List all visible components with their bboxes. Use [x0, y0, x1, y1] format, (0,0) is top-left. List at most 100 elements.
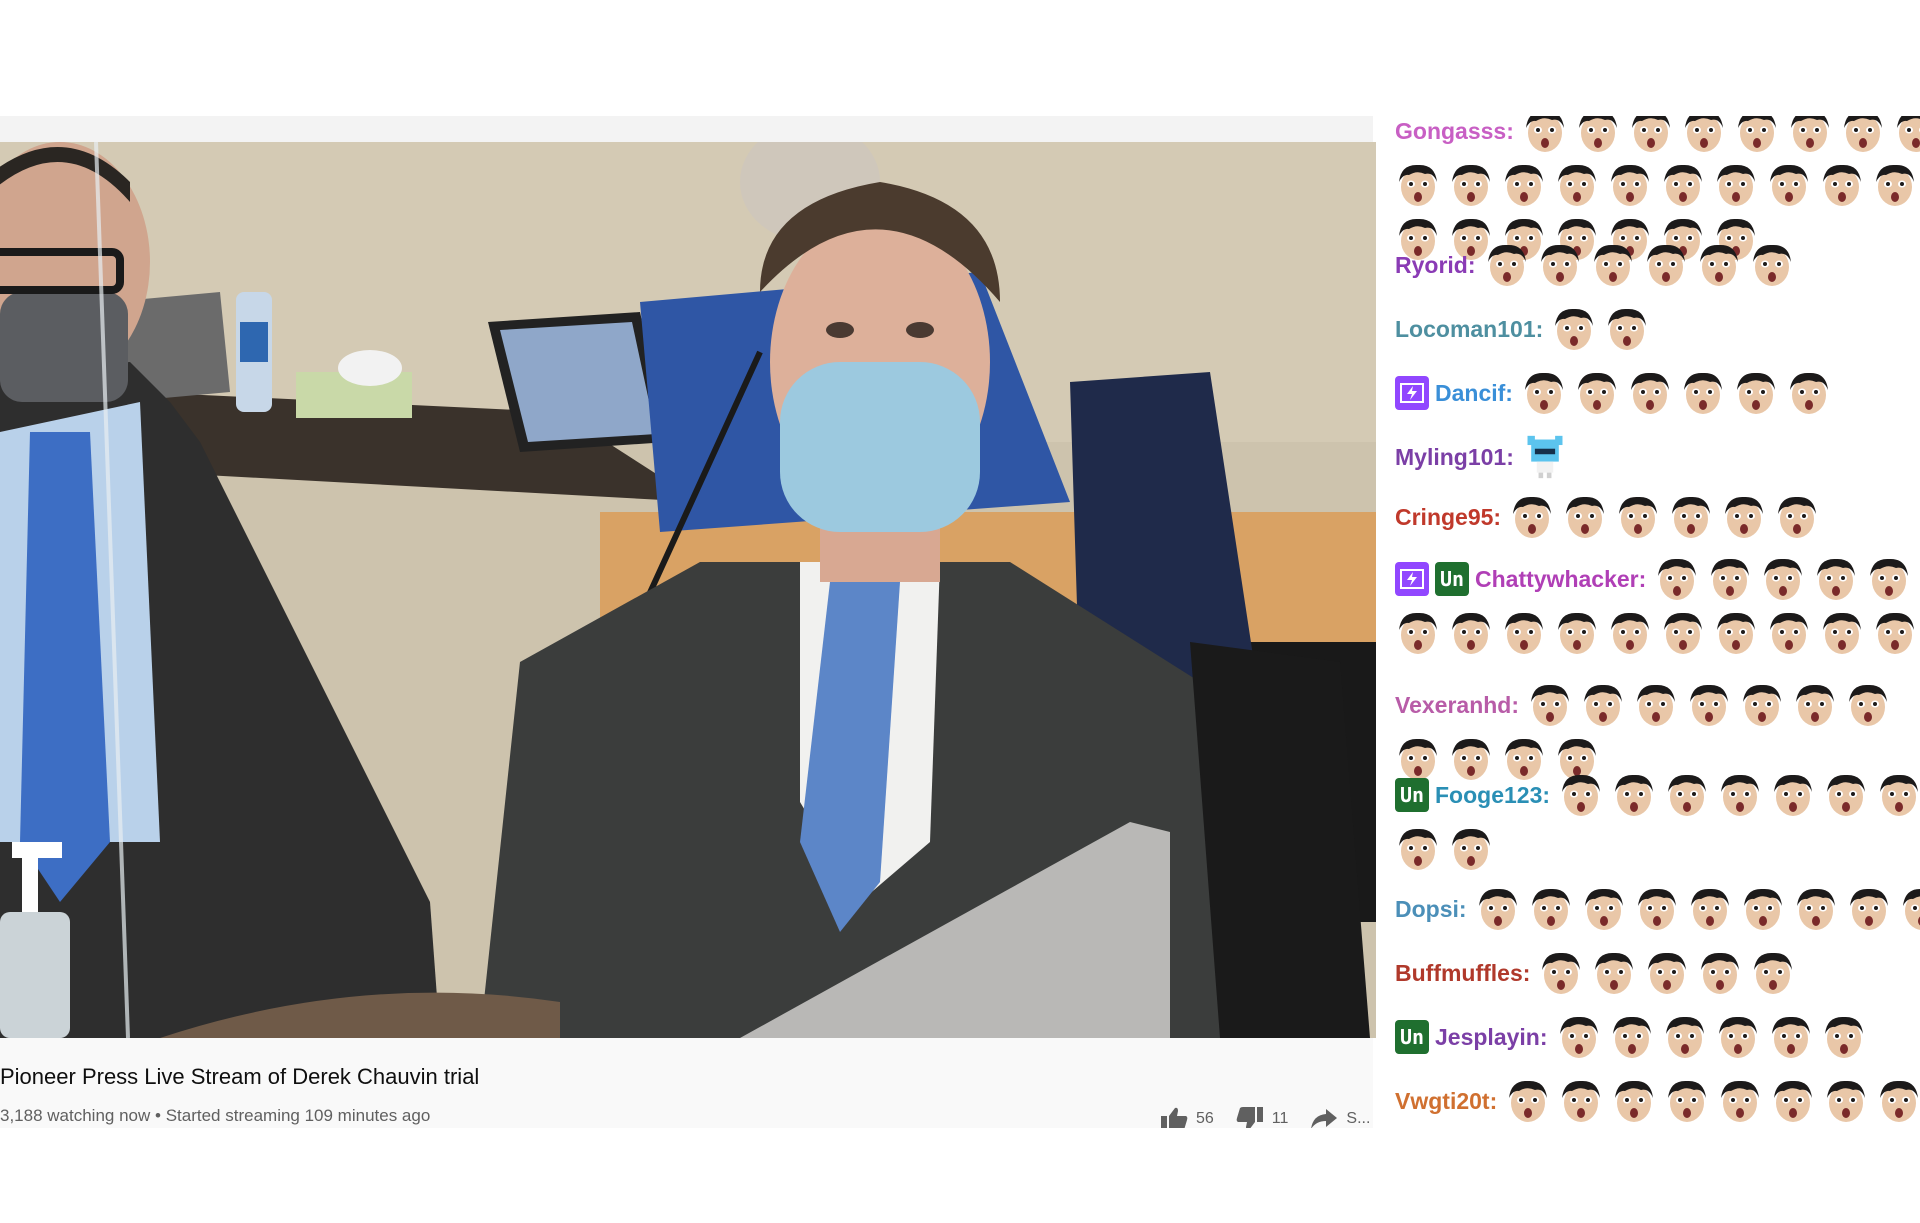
- face-emote-icon[interactable]: [1819, 610, 1865, 656]
- face-emote-icon[interactable]: [1697, 950, 1743, 996]
- face-emote-icon[interactable]: [1615, 494, 1661, 540]
- chat-username[interactable]: Chattywhacker:: [1475, 566, 1646, 593]
- face-emote-icon[interactable]: [1668, 494, 1714, 540]
- face-emote-icon[interactable]: [1528, 886, 1574, 932]
- face-emote-icon[interactable]: [1766, 162, 1812, 208]
- face-emote-icon[interactable]: [1448, 610, 1494, 656]
- face-emote-icon[interactable]: [1749, 242, 1795, 288]
- face-emote-icon[interactable]: [1554, 610, 1600, 656]
- face-emote-icon[interactable]: [1872, 610, 1918, 656]
- face-emote-icon[interactable]: [1876, 772, 1920, 818]
- face-emote-icon[interactable]: [1686, 682, 1732, 728]
- face-emote-icon[interactable]: [1654, 556, 1700, 602]
- face-emote-icon[interactable]: [1662, 1014, 1708, 1060]
- face-emote-icon[interactable]: [1680, 370, 1726, 416]
- face-emote-icon[interactable]: [1551, 306, 1597, 352]
- face-emote-icon[interactable]: [1448, 162, 1494, 208]
- face-emote-icon[interactable]: [1395, 162, 1441, 208]
- face-emote-icon[interactable]: [1846, 886, 1892, 932]
- face-emote-icon[interactable]: [1845, 682, 1891, 728]
- face-emote-icon[interactable]: [1644, 950, 1690, 996]
- face-emote-icon[interactable]: [1634, 886, 1680, 932]
- face-emote-icon[interactable]: [1740, 886, 1786, 932]
- face-emote-icon[interactable]: [1819, 162, 1865, 208]
- chat-username[interactable]: Locoman101:: [1395, 316, 1543, 343]
- face-emote-icon[interactable]: [1537, 242, 1583, 288]
- face-emote-icon[interactable]: [1501, 610, 1547, 656]
- face-emote-icon[interactable]: [1395, 610, 1441, 656]
- face-emote-icon[interactable]: [1866, 556, 1912, 602]
- face-emote-icon[interactable]: [1734, 116, 1780, 154]
- face-emote-icon[interactable]: [1609, 1014, 1655, 1060]
- face-emote-icon[interactable]: [1575, 116, 1621, 154]
- face-emote-icon[interactable]: [1643, 242, 1689, 288]
- face-emote-icon[interactable]: [1611, 1078, 1657, 1124]
- face-emote-icon[interactable]: [1715, 1014, 1761, 1060]
- face-emote-icon[interactable]: [1509, 494, 1555, 540]
- face-emote-icon[interactable]: [1484, 242, 1530, 288]
- face-emote-icon[interactable]: [1395, 826, 1441, 872]
- face-emote-icon[interactable]: [1664, 772, 1710, 818]
- face-emote-icon[interactable]: [1522, 116, 1568, 154]
- face-emote-icon[interactable]: [1607, 162, 1653, 208]
- face-emote-icon[interactable]: [1766, 610, 1812, 656]
- chat-username[interactable]: Vexeranhd:: [1395, 692, 1519, 719]
- video-player[interactable]: [0, 142, 1376, 1038]
- face-emote-icon[interactable]: [1770, 772, 1816, 818]
- chat-panel[interactable]: Gongasss: Ryorid: Locoman101: Dancif: Myling…: [1379, 116, 1920, 1128]
- face-emote-icon[interactable]: [1538, 950, 1584, 996]
- face-emote-icon[interactable]: [1707, 556, 1753, 602]
- chat-username[interactable]: Gongasss:: [1395, 118, 1514, 145]
- face-emote-icon[interactable]: [1558, 772, 1604, 818]
- face-emote-icon[interactable]: [1786, 370, 1832, 416]
- face-emote-icon[interactable]: [1717, 1078, 1763, 1124]
- face-emote-icon[interactable]: [1768, 1014, 1814, 1060]
- face-emote-icon[interactable]: [1501, 162, 1547, 208]
- face-emote-icon[interactable]: [1558, 1078, 1604, 1124]
- face-emote-icon[interactable]: [1792, 682, 1838, 728]
- face-emote-icon[interactable]: [1872, 162, 1918, 208]
- face-emote-icon[interactable]: [1750, 950, 1796, 996]
- face-emote-icon[interactable]: [1787, 116, 1833, 154]
- face-emote-icon[interactable]: [1521, 370, 1567, 416]
- chat-username[interactable]: Fooge123:: [1435, 782, 1550, 809]
- face-emote-icon[interactable]: [1713, 610, 1759, 656]
- face-emote-icon[interactable]: [1770, 1078, 1816, 1124]
- chat-username[interactable]: Dancif:: [1435, 380, 1513, 407]
- face-emote-icon[interactable]: [1793, 886, 1839, 932]
- chat-username[interactable]: Jesplayin:: [1435, 1024, 1548, 1051]
- face-emote-icon[interactable]: [1733, 370, 1779, 416]
- face-emote-icon[interactable]: [1713, 162, 1759, 208]
- face-emote-icon[interactable]: [1633, 682, 1679, 728]
- face-emote-icon[interactable]: [1717, 772, 1763, 818]
- face-emote-icon[interactable]: [1505, 1078, 1551, 1124]
- face-emote-icon[interactable]: [1574, 370, 1620, 416]
- face-emote-icon[interactable]: [1664, 1078, 1710, 1124]
- face-emote-icon[interactable]: [1813, 556, 1859, 602]
- face-emote-icon[interactable]: [1899, 886, 1920, 932]
- face-emote-icon[interactable]: [1581, 886, 1627, 932]
- chat-username[interactable]: Dopsi:: [1395, 896, 1467, 923]
- face-emote-icon[interactable]: [1687, 886, 1733, 932]
- face-emote-icon[interactable]: [1760, 556, 1806, 602]
- face-emote-icon[interactable]: [1739, 682, 1785, 728]
- face-emote-icon[interactable]: [1604, 306, 1650, 352]
- face-emote-icon[interactable]: [1527, 682, 1573, 728]
- face-emote-icon[interactable]: [1607, 610, 1653, 656]
- chat-username[interactable]: Vwgti20t:: [1395, 1088, 1497, 1115]
- face-emote-icon[interactable]: [1591, 950, 1637, 996]
- face-emote-icon[interactable]: [1774, 494, 1820, 540]
- face-emote-icon[interactable]: [1681, 116, 1727, 154]
- chat-username[interactable]: Myling101:: [1395, 444, 1514, 471]
- chat-username[interactable]: Cringe95:: [1395, 504, 1501, 531]
- face-emote-icon[interactable]: [1660, 610, 1706, 656]
- face-emote-icon[interactable]: [1611, 772, 1657, 818]
- face-emote-icon[interactable]: [1590, 242, 1636, 288]
- pixel-emote-icon[interactable]: [1522, 434, 1568, 480]
- face-emote-icon[interactable]: [1821, 1014, 1867, 1060]
- chat-username[interactable]: Buffmuffles:: [1395, 960, 1530, 987]
- face-emote-icon[interactable]: [1627, 370, 1673, 416]
- face-emote-icon[interactable]: [1876, 1078, 1920, 1124]
- face-emote-icon[interactable]: [1696, 242, 1742, 288]
- face-emote-icon[interactable]: [1580, 682, 1626, 728]
